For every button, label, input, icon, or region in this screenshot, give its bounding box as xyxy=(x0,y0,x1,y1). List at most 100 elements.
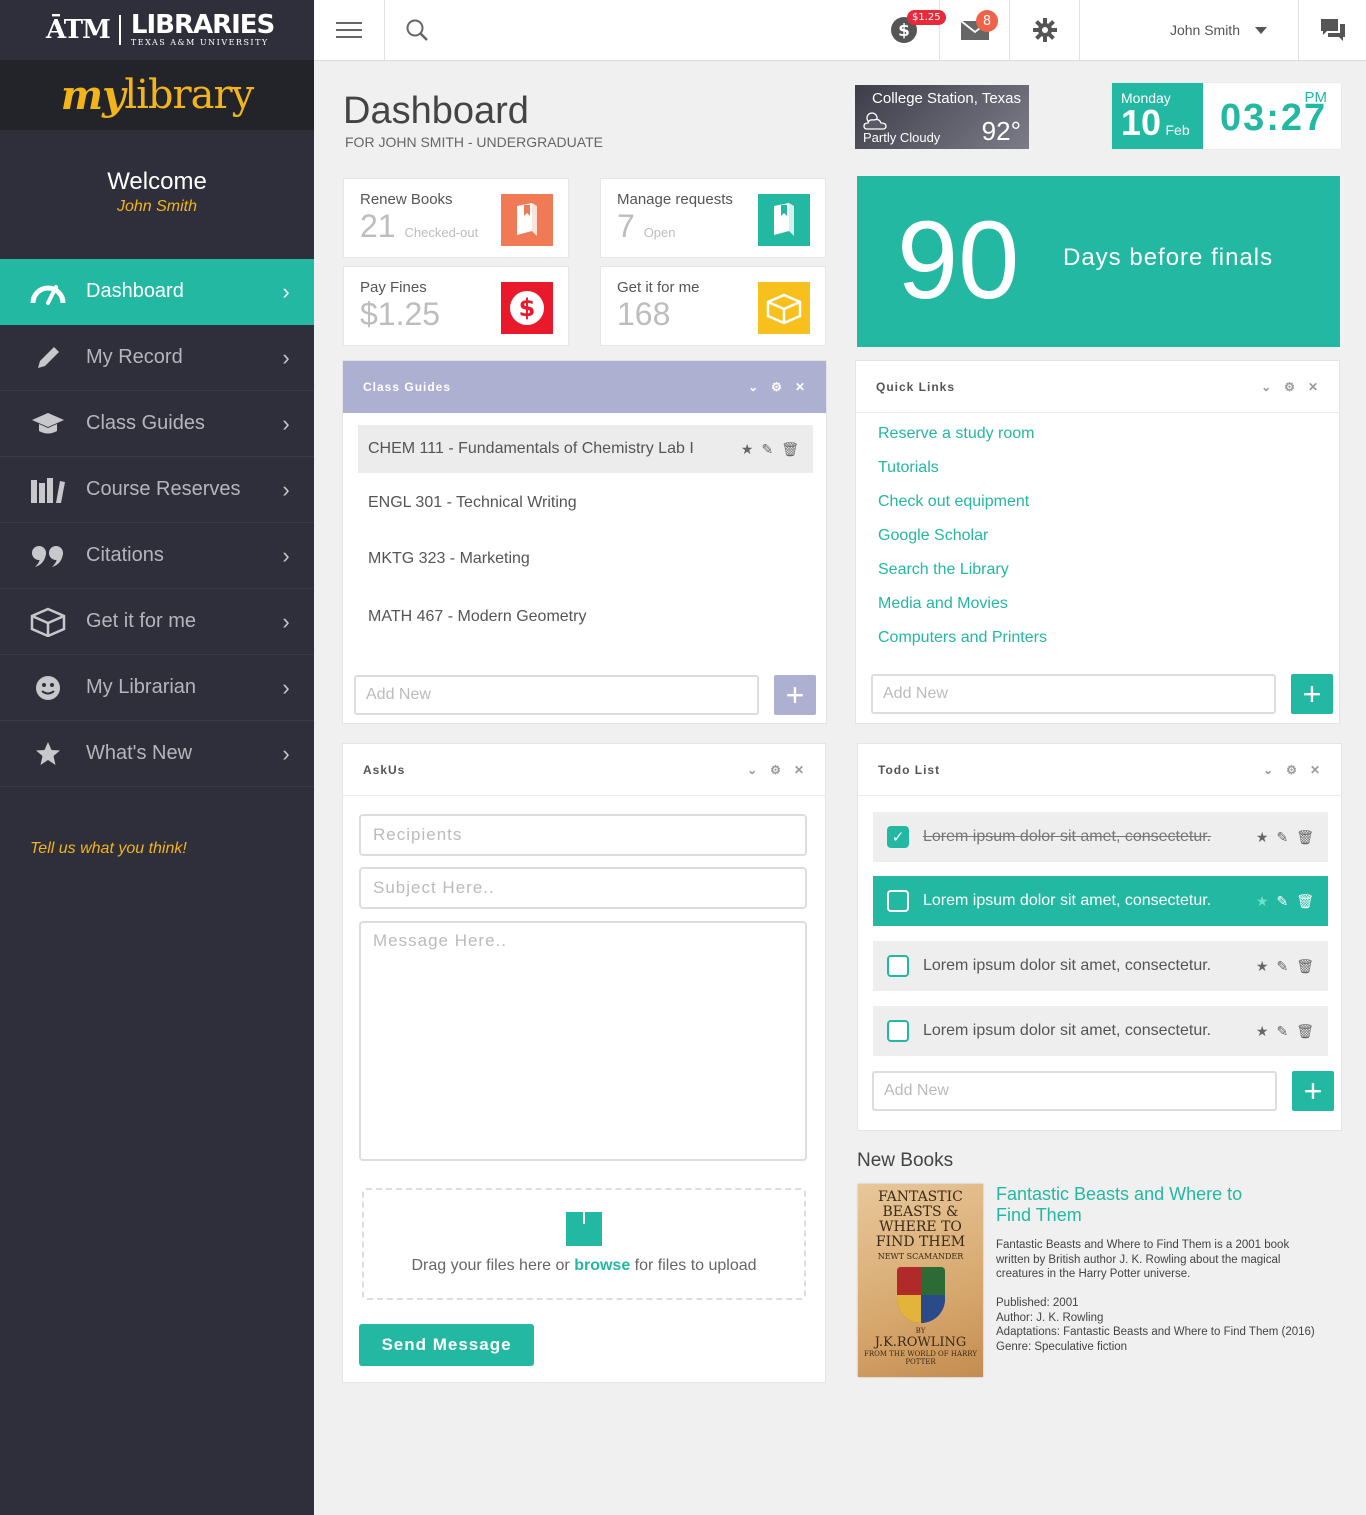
sidebar-item-course-reserves[interactable]: Course Reserves › xyxy=(0,457,314,523)
add-class-guide-input[interactable] xyxy=(354,675,759,715)
checkbox[interactable] xyxy=(887,1020,909,1042)
edit-icon[interactable]: ✎ xyxy=(1276,958,1288,975)
chevron-right-icon: › xyxy=(282,344,290,370)
book-title-link[interactable]: Fantastic Beasts and Where to Find Them xyxy=(996,1184,1256,1226)
mylibrary-library: library xyxy=(124,72,254,118)
finals-countdown: 90 Days before finals xyxy=(857,176,1340,347)
file-upload-dropzone[interactable]: Drag your files here or browse for files… xyxy=(362,1188,806,1300)
book-description: Fantastic Beasts and Where to Find Them … xyxy=(996,1239,1290,1280)
sidebar-item-citations[interactable]: Citations › xyxy=(0,523,314,589)
add-button[interactable]: + xyxy=(774,675,816,715)
list-item[interactable]: ENGL 301 - Technical Writing xyxy=(358,479,813,527)
cover-author-small: NEWT SCAMANDER xyxy=(877,1252,964,1261)
get-it-for-me-card[interactable]: Get it for me 168 xyxy=(600,266,826,346)
date-time-widget: Monday 10 Feb PM 03:27 xyxy=(1112,83,1341,149)
class-guide-label: MKTG 323 - Marketing xyxy=(368,550,530,567)
todo-item[interactable]: Lorem ipsum dolor sit amet, consectetur.… xyxy=(873,1006,1328,1056)
fines-button[interactable]: $ $1.25 xyxy=(869,0,946,60)
trash-icon[interactable]: 🗑 xyxy=(1296,1023,1314,1040)
quick-link[interactable]: Check out equipment xyxy=(878,493,1029,511)
book-meta: Published: 2001 Author: J. K. Rowling Ad… xyxy=(996,1296,1326,1354)
quick-link[interactable]: Google Scholar xyxy=(878,527,988,545)
sidebar-item-label: Course Reserves xyxy=(86,478,241,500)
trash-icon[interactable]: 🗑 xyxy=(1296,958,1314,975)
star-icon[interactable]: ★ xyxy=(1256,958,1269,975)
brand-logo[interactable]: ĀTM LIBRARIES TEXAS A&M UNIVERSITY xyxy=(0,0,314,60)
subject-input[interactable]: Subject Here.. xyxy=(359,867,807,909)
gear-icon[interactable]: ⚙ xyxy=(1286,763,1298,777)
list-item[interactable]: MATH 467 - Modern Geometry xyxy=(358,593,813,641)
checkbox-checked[interactable]: ✓ xyxy=(887,826,909,848)
recipients-input[interactable]: Recipients xyxy=(359,814,807,856)
search-button[interactable] xyxy=(385,0,449,60)
sidebar-item-my-record[interactable]: My Record › xyxy=(0,325,314,391)
edit-icon[interactable]: ✎ xyxy=(1276,829,1288,846)
upload-text-prefix: Drag your files here or xyxy=(411,1257,570,1274)
mail-button[interactable]: 8 xyxy=(940,0,1010,60)
smiley-icon xyxy=(0,674,86,702)
sidebar-item-whats-new[interactable]: What's New › xyxy=(0,721,314,787)
collapse-icon[interactable]: ⌄ xyxy=(1263,763,1274,777)
quick-link[interactable]: Tutorials xyxy=(878,459,939,477)
date-number: 10 xyxy=(1121,102,1162,143)
quick-link[interactable]: Media and Movies xyxy=(878,595,1008,613)
send-message-button[interactable]: Send Message xyxy=(359,1324,534,1366)
star-icon[interactable]: ★ xyxy=(1256,829,1269,846)
star-icon[interactable]: ★ xyxy=(1256,1023,1269,1040)
panel-title: Todo List xyxy=(878,762,941,777)
add-button[interactable]: + xyxy=(1292,1071,1334,1111)
collapse-icon[interactable]: ⌄ xyxy=(748,380,759,394)
todo-item[interactable]: Lorem ipsum dolor sit amet, consectetur.… xyxy=(873,941,1328,991)
trash-icon[interactable]: 🗑 xyxy=(1296,893,1314,910)
add-todo-input[interactable] xyxy=(872,1071,1277,1111)
edit-icon[interactable]: ✎ xyxy=(1276,1023,1288,1040)
quick-link[interactable]: Reserve a study room xyxy=(878,425,1035,443)
askus-panel: AskUs ⌄ ⚙ ✕ Recipients Subject Here.. Me… xyxy=(342,743,826,1383)
gear-icon[interactable]: ⚙ xyxy=(1284,380,1296,394)
sidebar-item-my-librarian[interactable]: My Librarian › xyxy=(0,655,314,721)
collapse-icon[interactable]: ⌄ xyxy=(747,763,758,777)
user-menu[interactable]: John Smith xyxy=(1080,0,1299,60)
books-icon xyxy=(0,476,86,504)
quick-link[interactable]: Computers and Printers xyxy=(878,629,1047,647)
sidebar-item-class-guides[interactable]: Class Guides › xyxy=(0,391,314,457)
add-quick-link-input[interactable] xyxy=(871,674,1276,714)
chat-button[interactable] xyxy=(1299,0,1366,60)
todo-item[interactable]: Lorem ipsum dolor sit amet, consectetur.… xyxy=(873,876,1328,926)
menu-button[interactable] xyxy=(314,0,385,60)
edit-icon[interactable]: ✎ xyxy=(1276,893,1288,910)
stat-value: 7 xyxy=(617,208,635,244)
todo-text: Lorem ipsum dolor sit amet, consectetur. xyxy=(923,892,1212,909)
checkbox[interactable] xyxy=(887,890,909,912)
sidebar-item-dashboard[interactable]: Dashboard › xyxy=(0,259,314,325)
close-icon[interactable]: ✕ xyxy=(794,763,805,777)
mylibrary-my: my xyxy=(60,71,126,119)
add-button[interactable]: + xyxy=(1291,674,1333,714)
pay-fines-card[interactable]: Pay Fines $1.25 $ xyxy=(343,266,569,346)
book-cover[interactable]: FANTASTIC BEASTS & WHERE TO FIND THEM NE… xyxy=(858,1184,983,1377)
feedback-link[interactable]: Tell us what you think! xyxy=(30,840,187,858)
trash-icon[interactable]: 🗑 xyxy=(781,441,799,458)
settings-button[interactable] xyxy=(1010,0,1080,60)
gear-icon[interactable]: ⚙ xyxy=(771,380,783,394)
checkbox[interactable] xyxy=(887,955,909,977)
gear-icon[interactable]: ⚙ xyxy=(770,763,782,777)
close-icon[interactable]: ✕ xyxy=(795,380,806,394)
list-item[interactable]: MKTG 323 - Marketing xyxy=(358,535,813,583)
sidebar-item-get-it-for-me[interactable]: Get it for me › xyxy=(0,589,314,655)
list-item[interactable]: CHEM 111 - Fundamentals of Chemistry Lab… xyxy=(358,425,813,473)
close-icon[interactable]: ✕ xyxy=(1310,763,1321,777)
renew-books-card[interactable]: Renew Books 21 Checked-out xyxy=(343,178,569,258)
close-icon[interactable]: ✕ xyxy=(1308,380,1319,394)
quick-link[interactable]: Search the Library xyxy=(878,561,1009,579)
star-icon[interactable]: ★ xyxy=(741,441,754,458)
collapse-icon[interactable]: ⌄ xyxy=(1261,380,1272,394)
manage-requests-card[interactable]: Manage requests 7 Open xyxy=(600,178,826,258)
browse-link[interactable]: browse xyxy=(574,1257,630,1274)
star-icon[interactable]: ★ xyxy=(1256,893,1269,910)
book-icon xyxy=(758,194,810,246)
edit-icon[interactable]: ✎ xyxy=(761,441,773,458)
todo-item[interactable]: ✓ Lorem ipsum dolor sit amet, consectetu… xyxy=(873,812,1328,862)
message-textarea[interactable]: Message Here.. xyxy=(359,921,807,1161)
trash-icon[interactable]: 🗑 xyxy=(1296,829,1314,846)
